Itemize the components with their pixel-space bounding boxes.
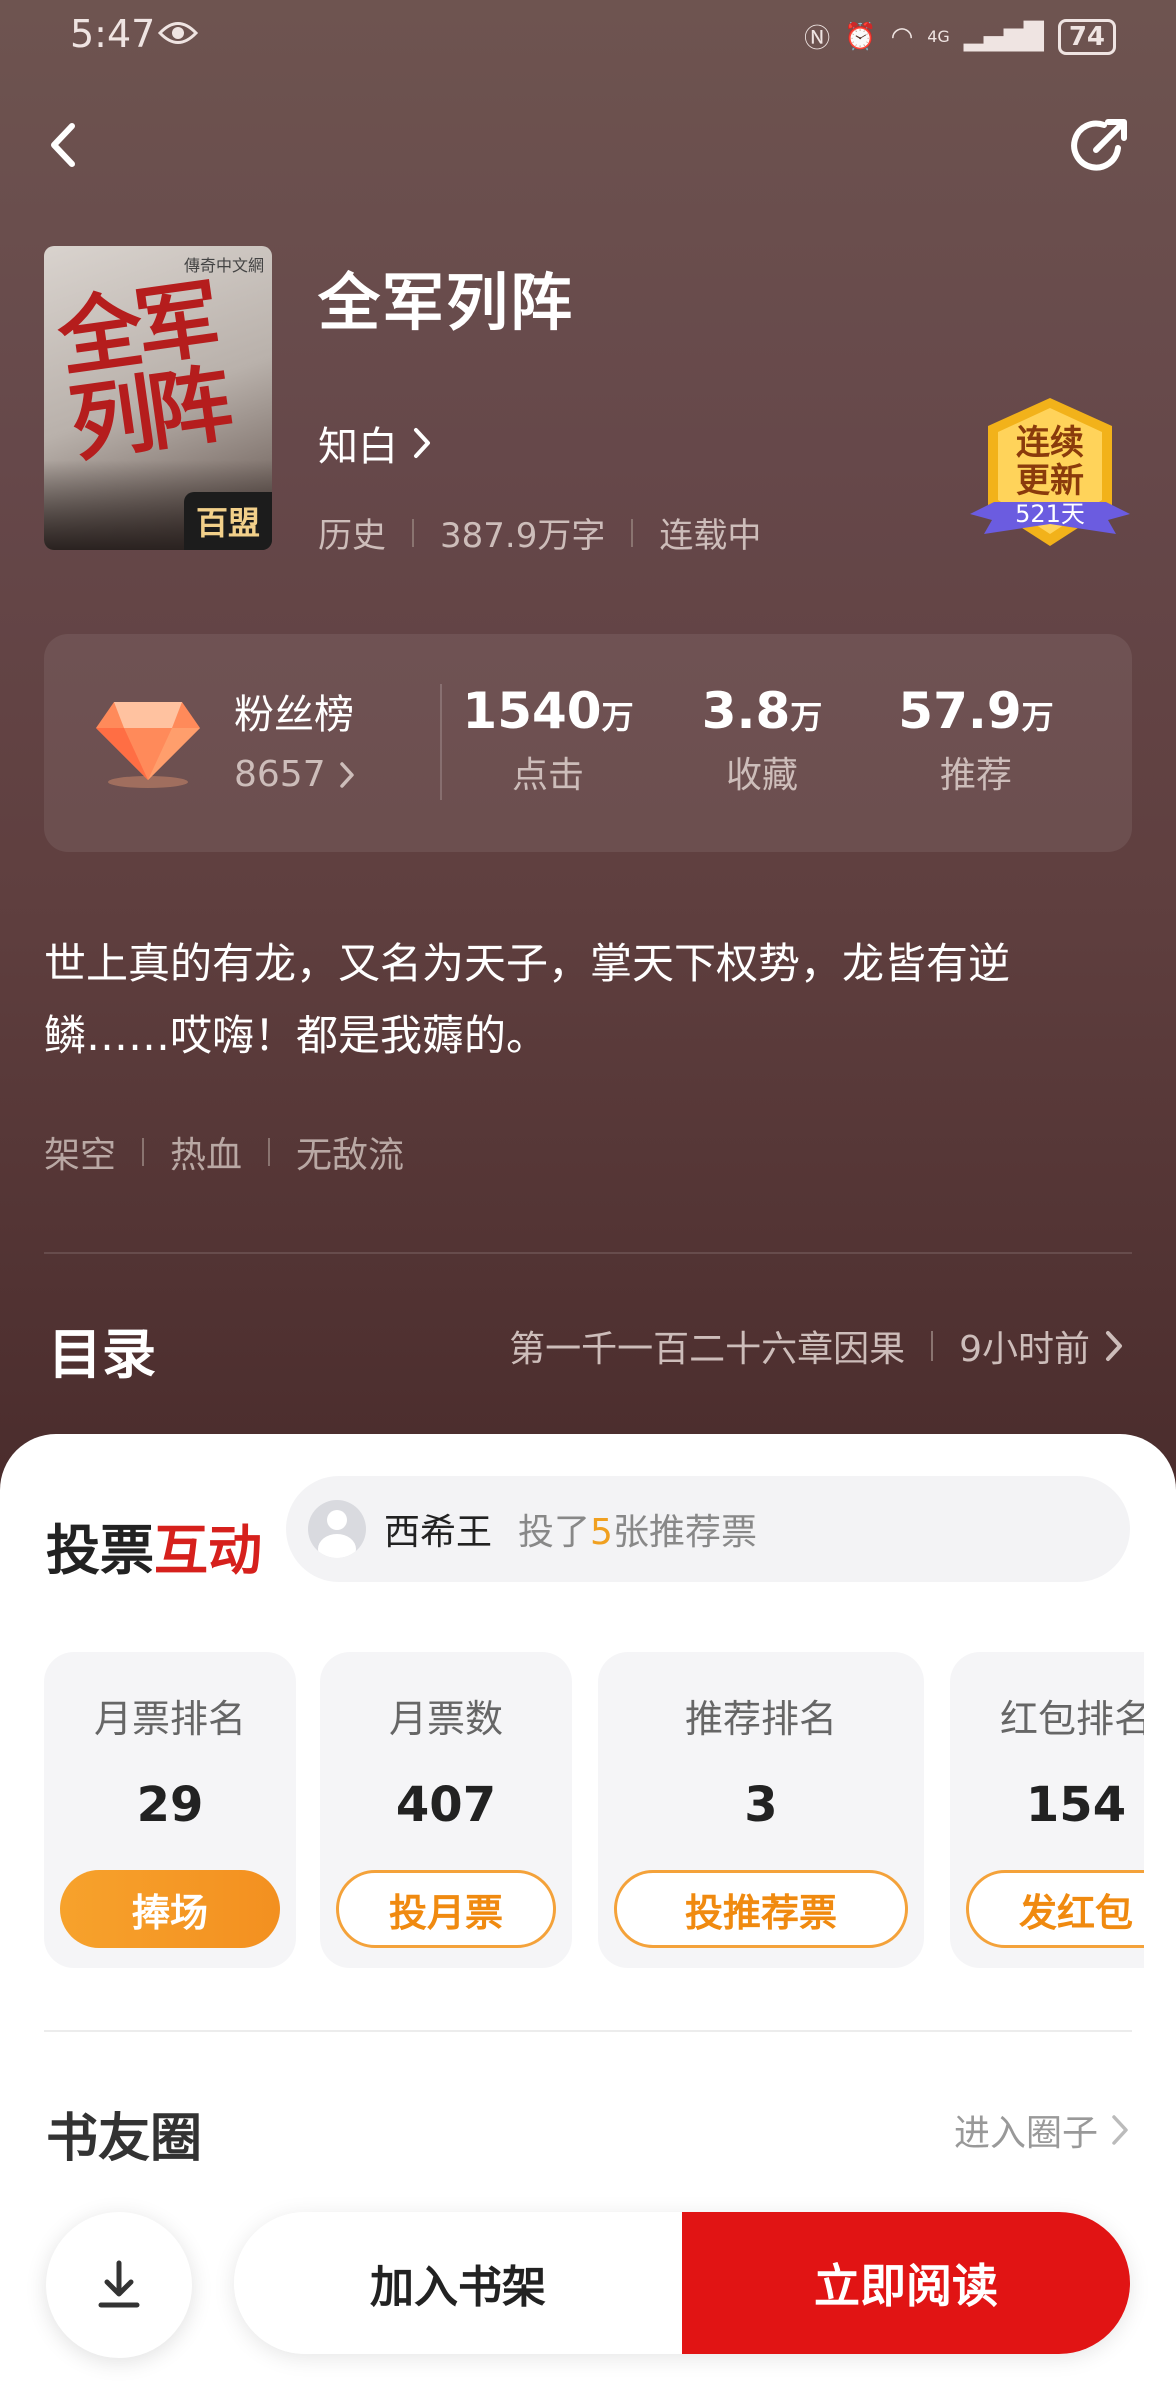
enter-circle-label: 进入圈子 (953, 2113, 1098, 2154)
fan-list-value: 8657 (234, 754, 326, 795)
download-icon (98, 2260, 140, 2308)
divider (931, 1331, 934, 1361)
badge-line2: 更新 (1016, 461, 1084, 501)
signal-icon: ▂▄▆█ (963, 21, 1044, 52)
author-name: 知白 (318, 424, 398, 470)
book-word-count: 387.9万字 (440, 516, 606, 556)
stat-clicks: 1540万 点击 (448, 682, 648, 798)
cheer-button[interactable]: 捧场 (60, 1870, 280, 1948)
cover-tag: 百盟 (183, 492, 272, 550)
stat-recommend: 57.9万 推荐 (876, 682, 1076, 798)
card-label: 红包排名 (999, 1697, 1144, 1741)
badge-line1: 连续 (1016, 423, 1084, 463)
card-label: 月票数 (388, 1697, 503, 1741)
vote-prefix: 投了 (518, 1512, 591, 1553)
vote-card-recommend-rank: 推荐排名 3 投推荐票 (598, 1652, 924, 1968)
stat-favorites: 3.8万 收藏 (662, 682, 862, 798)
stat-value: 57.9 (898, 682, 1022, 740)
vote-card-monthly-rank: 月票排名 29 捧场 (44, 1652, 296, 1968)
bottom-action-bar: 加入书架 立即阅读 (234, 2212, 1130, 2354)
vote-cards: 月票排名 29 捧场 月票数 407 投月票 推荐排名 3 投推荐票 红包排名 … (44, 1652, 1144, 1968)
book-title: 全军列阵 (318, 266, 575, 339)
book-tags: 架空 热血 无敌流 (44, 1126, 404, 1178)
vote-count: 5 (590, 1512, 613, 1553)
recommend-vote-button[interactable]: 投推荐票 (614, 1870, 908, 1948)
tag-item[interactable]: 架空 (44, 1126, 116, 1178)
fan-list-link[interactable]: 8657 (234, 754, 356, 795)
enter-circle-link[interactable]: 进入圈子 (954, 2104, 1130, 2156)
stats-divider (440, 684, 442, 800)
vote-card-red-packet-rank: 红包排名 154 发红包 (950, 1652, 1144, 1968)
vote-title-part1: 投票 (46, 1518, 154, 1582)
share-icon[interactable] (1066, 110, 1136, 180)
battery-icon: 74 (1057, 18, 1116, 55)
network-label: 4G (927, 27, 950, 46)
eye-icon (158, 22, 198, 44)
divider (142, 1138, 145, 1166)
card-value: 407 (395, 1777, 497, 1833)
chevron-right-icon (339, 761, 354, 788)
status-bar: 5:47 Ⓝ ⏰ ◠ 4G ▂▄▆█ 74 (0, 0, 1176, 70)
divider (44, 1252, 1132, 1254)
stat-value: 1540 (462, 682, 602, 740)
read-now-button[interactable]: 立即阅读 (682, 2212, 1130, 2354)
voter-name: 西希王 (384, 1512, 493, 1553)
avatar (308, 1500, 366, 1558)
card-value: 29 (136, 1777, 204, 1833)
recent-vote-ticker[interactable]: 西希王 投了5张推荐票 (286, 1476, 1130, 1582)
diamond-icon (96, 702, 200, 788)
chevron-right-icon (414, 428, 430, 458)
card-value: 3 (744, 1777, 778, 1833)
divider (631, 518, 634, 547)
card-label: 推荐排名 (684, 1697, 837, 1741)
stat-value: 3.8 (701, 682, 791, 740)
monthly-vote-button[interactable]: 投月票 (336, 1870, 556, 1948)
tag-item[interactable]: 无敌流 (296, 1126, 404, 1178)
book-circle-title: 书友圈 (46, 2108, 203, 2169)
download-button[interactable] (46, 2212, 192, 2358)
stat-unit: 万 (790, 698, 823, 736)
red-packet-button[interactable]: 发红包 (966, 1870, 1144, 1948)
nfc-icon: Ⓝ (804, 24, 831, 54)
vote-title-part2: 互动 (154, 1518, 262, 1582)
book-cover[interactable]: 傳奇中文網 全军列阵 百盟 (44, 246, 272, 550)
vote-suffix: 张推荐票 (612, 1512, 757, 1553)
alarm-icon: ⏰ (844, 21, 877, 52)
update-streak-badge: 连续 更新 521天 (970, 398, 1130, 546)
card-value: 154 (1025, 1777, 1127, 1833)
vote-section-title: 投票互动 (46, 1506, 262, 1585)
back-button[interactable] (40, 110, 90, 180)
status-time: 5:47 (70, 12, 156, 56)
stat-unit: 万 (1021, 698, 1054, 736)
book-meta: 历史 387.9万字 连载中 (318, 508, 761, 557)
stat-label: 推荐 (939, 755, 1012, 796)
latest-chapter: 第一千一百二十六章因果 (509, 1329, 906, 1370)
badge-days: 521天 (1015, 500, 1085, 528)
stat-label: 点击 (511, 755, 584, 796)
card-label: 月票排名 (93, 1697, 246, 1741)
author-link[interactable]: 知白 (318, 414, 432, 472)
divider (44, 2030, 1132, 2032)
book-description[interactable]: 世上真的有龙，又名为天子，掌天下权势，龙皆有逆鳞……哎嗨！都是我薅的。 (44, 928, 1134, 1072)
book-category: 历史 (318, 516, 386, 556)
cover-calligraphy: 全军列阵 (52, 268, 233, 474)
wifi-icon: ◠ (890, 21, 914, 52)
stat-label: 收藏 (725, 755, 798, 796)
vote-card-monthly-votes: 月票数 407 投月票 (320, 1652, 572, 1968)
toc-latest-chapter-link[interactable]: 第一千一百二十六章因果 9小时前 (509, 1320, 1128, 1372)
divider (268, 1138, 271, 1166)
fan-list-label: 粉丝榜 (234, 692, 354, 738)
vote-message: 投了5张推荐票 (518, 1503, 757, 1555)
status-icons: Ⓝ ⏰ ◠ 4G ▂▄▆█ 74 (804, 18, 1116, 55)
chevron-right-icon (1106, 1331, 1122, 1361)
update-time: 9小时前 (959, 1329, 1090, 1370)
stat-unit: 万 (601, 698, 634, 736)
add-to-shelf-button[interactable]: 加入书架 (234, 2212, 682, 2354)
toc-title[interactable]: 目录 (48, 1310, 156, 1389)
tag-item[interactable]: 热血 (170, 1126, 242, 1178)
book-status: 连载中 (659, 516, 762, 556)
chevron-right-icon (1112, 2115, 1128, 2145)
divider (412, 518, 414, 547)
